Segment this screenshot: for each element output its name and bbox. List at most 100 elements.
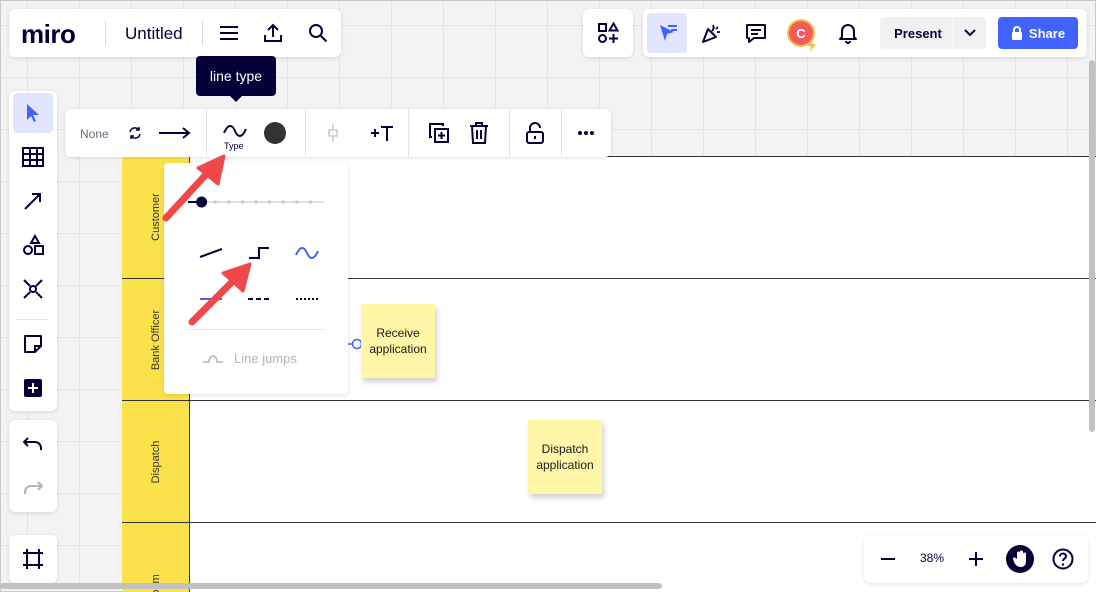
add-text-icon (371, 126, 393, 141)
bell-icon (839, 24, 857, 44)
present-label: Present (894, 26, 942, 41)
share-button[interactable]: Share (998, 17, 1078, 49)
select-tool[interactable] (13, 93, 53, 133)
frames-panel (9, 535, 57, 583)
line-type-button[interactable] (221, 121, 249, 141)
sticky-note[interactable]: Receive application (361, 304, 435, 378)
arrow-right-icon (159, 127, 191, 139)
hand-tool-button[interactable] (1006, 545, 1034, 573)
start-cap-selector[interactable]: None (80, 127, 109, 141)
sticky-note-tool[interactable] (13, 324, 53, 364)
lane-header-room[interactable]: oom (122, 523, 190, 592)
plus-square-icon (24, 379, 42, 397)
unlock-icon (526, 122, 544, 144)
hamburger-icon (220, 26, 238, 40)
delete-button[interactable] (467, 122, 491, 144)
add-waypoint-button[interactable] (323, 123, 343, 143)
slider-tick (295, 200, 299, 204)
miro-logo[interactable]: miro (21, 19, 76, 50)
avatar-initial: C (796, 25, 806, 41)
shapes-tool[interactable] (13, 225, 53, 265)
cursor-icon (27, 104, 39, 122)
dotted-line-icon (296, 298, 318, 300)
celebrate-button[interactable] (697, 19, 725, 47)
horizontal-scrollbar[interactable] (0, 583, 662, 589)
toolbar-divider (408, 109, 409, 157)
apps-panel (583, 9, 633, 57)
line-context-toolbar: None Type (65, 109, 611, 157)
export-button[interactable] (259, 19, 287, 47)
tooltip-text: line type (209, 68, 263, 84)
zoom-level[interactable]: 38% (914, 551, 950, 565)
add-text-button[interactable] (367, 121, 397, 145)
lane-body-dispatch[interactable] (190, 401, 1096, 523)
apps-shapes-icon (598, 22, 619, 43)
curved-line-option[interactable] (292, 241, 322, 265)
curved-line-icon (223, 125, 247, 137)
search-button[interactable] (304, 19, 332, 47)
annotation-arrow (188, 262, 252, 326)
zoom-controls: 38% (864, 535, 1088, 583)
board-title[interactable]: Untitled (125, 24, 183, 44)
upload-icon (264, 23, 282, 42)
more-options-button[interactable] (573, 123, 599, 143)
vertical-scrollbar[interactable] (1089, 60, 1095, 432)
sticky-note-text: Dispatch application (536, 442, 594, 472)
lane-header-dispatch[interactable]: Dispatch (122, 401, 190, 523)
notifications-button[interactable] (834, 19, 862, 47)
trash-icon (470, 122, 488, 144)
present-button[interactable]: Present (880, 17, 986, 49)
menu-button[interactable] (215, 19, 243, 47)
undo-button[interactable] (13, 424, 53, 464)
zoom-out-button[interactable] (876, 547, 900, 571)
arrow-icon (24, 193, 41, 210)
header-divider (202, 21, 203, 45)
mind-map-tool[interactable] (13, 269, 53, 309)
comment-icon (746, 24, 766, 43)
sticky-note[interactable]: Dispatch application (528, 420, 602, 494)
curved-line-icon (295, 247, 319, 259)
toolbar-divider (509, 109, 510, 157)
lightning-icon (807, 38, 816, 52)
comments-button[interactable] (742, 19, 770, 47)
hand-icon (1012, 550, 1026, 567)
lock-button[interactable] (523, 121, 547, 145)
sticky-note-icon (24, 335, 42, 353)
sticky-note-text: Receive application (369, 326, 427, 356)
swap-icon (129, 127, 141, 139)
line-jumps-toggle[interactable]: Line jumps (202, 351, 297, 366)
history-toolbar (9, 420, 57, 512)
duplicate-button[interactable] (427, 122, 451, 144)
frames-button[interactable] (13, 539, 53, 579)
table-tool[interactable] (13, 137, 53, 177)
dotted-style-option[interactable] (292, 289, 322, 309)
plus-icon (969, 552, 983, 566)
mind-map-icon (23, 279, 43, 299)
more-tools-button[interactable] (13, 368, 53, 408)
line-type-tooltip: line type (196, 56, 276, 102)
slider-tick (281, 200, 285, 204)
minus-icon (881, 558, 895, 560)
help-button[interactable] (1050, 546, 1076, 572)
party-popper-icon (702, 24, 720, 43)
slider-tick (308, 200, 312, 204)
swap-ends-button[interactable] (125, 125, 145, 141)
reactions-cursor-button[interactable] (647, 13, 687, 53)
toolbar-divider (561, 109, 562, 157)
present-divider (953, 17, 954, 49)
collaboration-bar: C Present Share (643, 9, 1087, 57)
creation-toolbar (9, 91, 57, 411)
chevron-down-icon[interactable] (964, 29, 976, 37)
table-icon (22, 147, 44, 167)
toolbar-divider (305, 109, 306, 157)
zoom-in-button[interactable] (964, 547, 988, 571)
connection-line-tool[interactable] (13, 181, 53, 221)
toolbar-divider (17, 319, 49, 320)
redo-button[interactable] (13, 468, 53, 508)
waypoint-icon (328, 124, 338, 142)
header-divider (105, 21, 106, 45)
undo-icon (23, 437, 42, 450)
annotation-arrows (162, 154, 252, 326)
annotation-arrow (162, 154, 226, 222)
apps-button[interactable] (594, 19, 622, 47)
